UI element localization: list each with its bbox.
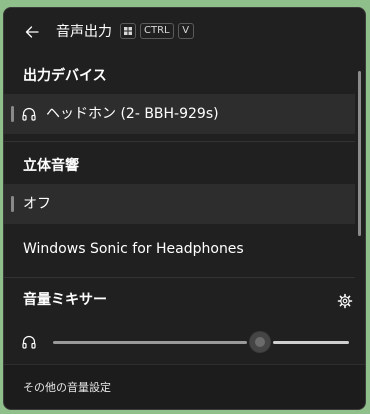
- spatial-sound-heading: 立体音響: [23, 158, 79, 174]
- output-device-item[interactable]: ヘッドホン (2- BBH-929s): [4, 94, 355, 134]
- spatial-sound-option-off[interactable]: オフ: [4, 184, 355, 224]
- slider-thumb[interactable]: [249, 331, 271, 353]
- spatial-sound-option-windows-sonic[interactable]: Windows Sonic for Headphones: [4, 229, 355, 269]
- spatial-option-label: Windows Sonic for Headphones: [23, 241, 244, 257]
- volume-slider[interactable]: [53, 330, 349, 354]
- selected-indicator: [11, 196, 14, 212]
- windows-key-icon: [120, 23, 136, 39]
- header: 音声出力 CTRL V: [4, 8, 365, 56]
- output-device-label: ヘッドホン (2- BBH-929s): [46, 106, 219, 122]
- page-title: 音声出力: [56, 24, 112, 40]
- divider: [4, 141, 355, 142]
- selected-indicator: [11, 106, 14, 122]
- keyboard-shortcut: CTRL V: [120, 23, 194, 39]
- output-devices-heading: 出力デバイス: [23, 68, 107, 84]
- headphones-icon: [22, 107, 36, 121]
- headphones-icon: [22, 335, 36, 349]
- volume-mixer-heading: 音量ミキサー: [23, 292, 107, 308]
- slider-track-remaining: [273, 341, 349, 344]
- gear-icon[interactable]: [337, 293, 353, 309]
- more-volume-settings-link[interactable]: その他の音量設定: [23, 381, 111, 395]
- divider: [4, 277, 355, 278]
- back-button[interactable]: [20, 20, 44, 44]
- ctrl-key: CTRL: [140, 23, 174, 39]
- footer: その他の音量設定: [4, 364, 365, 409]
- scrollbar[interactable]: [358, 71, 361, 236]
- sound-output-flyout: 音声出力 CTRL V 出力デバイス ヘッドホン (2- BBH-929s) 立…: [3, 7, 366, 410]
- back-arrow-icon: [25, 26, 39, 38]
- v-key: V: [177, 23, 194, 39]
- slider-track-filled: [53, 341, 247, 344]
- spatial-option-label: オフ: [23, 196, 51, 212]
